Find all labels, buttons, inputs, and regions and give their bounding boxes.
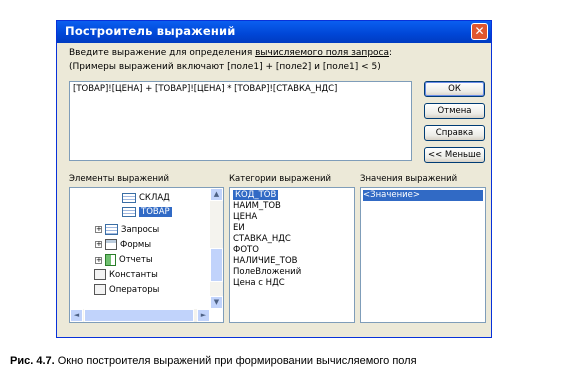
caption-number: Рис. 4.7.	[10, 355, 55, 367]
scroll-up-icon[interactable]: ▲	[210, 188, 223, 201]
tree-item-forms[interactable]: + Формы	[95, 239, 151, 250]
help-button[interactable]: Справка	[424, 125, 485, 141]
category-item[interactable]: КОД_ТОВ	[233, 190, 279, 201]
expression-builder-dialog: Построитель выражений ✕ Введите выражени…	[56, 20, 492, 338]
table-icon	[122, 193, 136, 203]
categories-list[interactable]: КОД_ТОВ НАИМ_ТОВ ЦЕНА ЕИ СТАВКА_НДС ФОТО…	[229, 187, 355, 323]
expand-icon[interactable]: +	[95, 256, 102, 264]
prompt-prefix: Введите выражение для определения	[69, 48, 256, 58]
query-icon	[105, 224, 118, 235]
category-item[interactable]: ЦЕНА	[233, 212, 257, 223]
expression-input[interactable]: [ТОВАР]![ЦЕНА] + [ТОВАР]![ЦЕНА] * [ТОВАР…	[69, 81, 412, 161]
elements-label: Элементы выражений	[69, 174, 169, 184]
tree-item-reports[interactable]: + Отчеты	[95, 254, 153, 266]
category-item[interactable]: НАИМ_ТОВ	[233, 201, 281, 212]
form-icon	[105, 239, 117, 250]
vertical-scrollbar[interactable]: ▲ ▼	[210, 188, 223, 309]
constants-icon	[94, 269, 106, 280]
tree-item-queries[interactable]: + Запросы	[95, 224, 159, 235]
hscroll-thumb[interactable]	[84, 309, 194, 322]
scroll-right-icon[interactable]: ►	[197, 309, 210, 322]
prompt-line-1: Введите выражение для определения вычисл…	[69, 48, 392, 58]
expand-icon[interactable]: +	[95, 241, 102, 248]
close-button[interactable]: ✕	[471, 23, 488, 40]
value-item[interactable]: <Значение>	[363, 190, 483, 201]
expression-text: [ТОВАР]![ЦЕНА] + [ТОВАР]![ЦЕНА] * [ТОВАР…	[73, 84, 338, 94]
tree-item-constants[interactable]: Константы	[94, 269, 158, 280]
report-icon	[105, 254, 116, 266]
less-button[interactable]: << Меньше	[424, 147, 485, 163]
tree-item-sklad[interactable]: СКЛАД	[122, 193, 170, 203]
tree-item-tovar[interactable]: ТОВАР	[122, 207, 172, 217]
categories-label: Категории выражений	[229, 174, 332, 184]
prompt-line-2: (Примеры выражений включают [поле1] + [п…	[69, 62, 381, 72]
category-item[interactable]: Цена с НДС	[233, 278, 285, 289]
operators-icon	[94, 284, 106, 295]
values-label: Значения выражений	[360, 174, 458, 184]
tree-item-operators[interactable]: Операторы	[94, 284, 159, 295]
caption-text: Окно построителя выражений при формирова…	[54, 355, 417, 367]
ok-button[interactable]: ОК	[424, 81, 485, 97]
scroll-down-icon[interactable]: ▼	[210, 296, 223, 309]
title-bar[interactable]: Построитель выражений ✕	[57, 21, 491, 43]
category-item[interactable]: СТАВКА_НДС	[233, 234, 291, 245]
category-item[interactable]: ФОТО	[233, 245, 259, 256]
scroll-left-icon[interactable]: ◄	[70, 309, 83, 322]
figure-caption: Рис. 4.7. Окно построителя выражений при…	[10, 355, 417, 367]
category-item[interactable]: ПолеВложений	[233, 267, 301, 278]
expand-icon[interactable]: +	[95, 226, 102, 233]
prompt-link: вычисляемого поля запроса	[255, 48, 389, 58]
cancel-button[interactable]: Отмена	[424, 103, 485, 119]
prompt-suffix: :	[389, 48, 393, 58]
category-item[interactable]: ЕИ	[233, 223, 245, 234]
category-item[interactable]: НАЛИЧИЕ_ТОВ	[233, 256, 297, 267]
values-list[interactable]: <Значение>	[360, 187, 486, 323]
elements-tree[interactable]: СКЛАД ТОВАР + Запросы + Формы + Отчеты К…	[69, 187, 224, 323]
window-title: Построитель выражений	[65, 24, 236, 38]
horizontal-scrollbar[interactable]: ◄ ►	[70, 309, 210, 322]
scroll-thumb[interactable]	[210, 248, 223, 282]
close-icon: ✕	[474, 24, 485, 38]
table-icon	[122, 207, 136, 217]
